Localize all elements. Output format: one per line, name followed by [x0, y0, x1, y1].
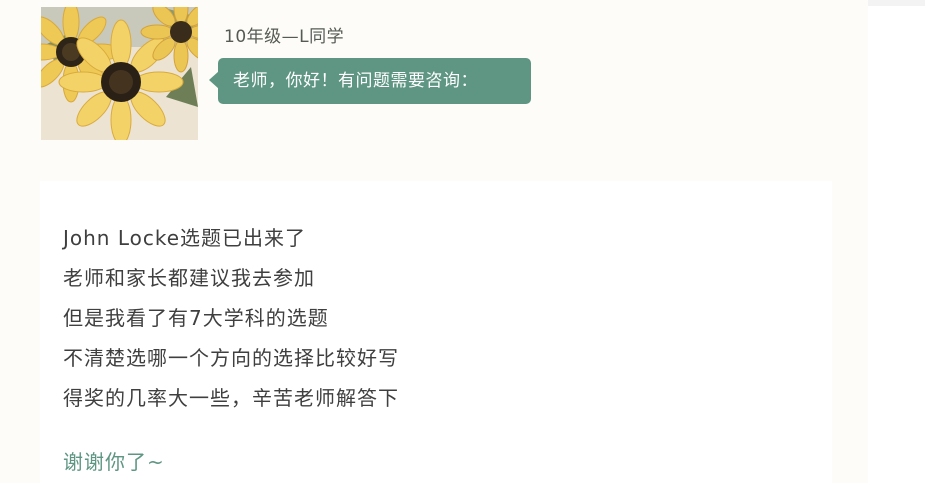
message-lines: John Locke选题已出来了 老师和家长都建议我去参加 但是我看了有7大学科… — [63, 222, 399, 422]
message-line: 老师和家长都建议我去参加 — [63, 266, 315, 290]
message-line: 不清楚选哪一个方向的选择比较好写 — [63, 346, 399, 370]
closing-text: 谢谢你了~ — [63, 450, 165, 474]
bubble-text: 老师，你好！有问题需要咨询： — [233, 71, 478, 91]
chat-article: 10年级—L同学 老师，你好！有问题需要咨询： John Locke选题已出来了… — [0, 0, 868, 483]
message-line: John Locke选题已出来了 — [63, 226, 307, 250]
bubble-tail — [209, 71, 219, 89]
avatar — [41, 7, 198, 140]
sender-name: 10年级—L同学 — [224, 27, 345, 47]
message-card: John Locke选题已出来了 老师和家长都建议我去参加 但是我看了有7大学科… — [40, 181, 832, 483]
message-line: 但是我看了有7大学科的选题 — [63, 306, 329, 330]
greeting-bubble: 老师，你好！有问题需要咨询： — [209, 58, 531, 104]
sunflower-icon — [41, 7, 198, 140]
message-line: 得奖的几率大一些，辛苦老师解答下 — [63, 386, 399, 410]
